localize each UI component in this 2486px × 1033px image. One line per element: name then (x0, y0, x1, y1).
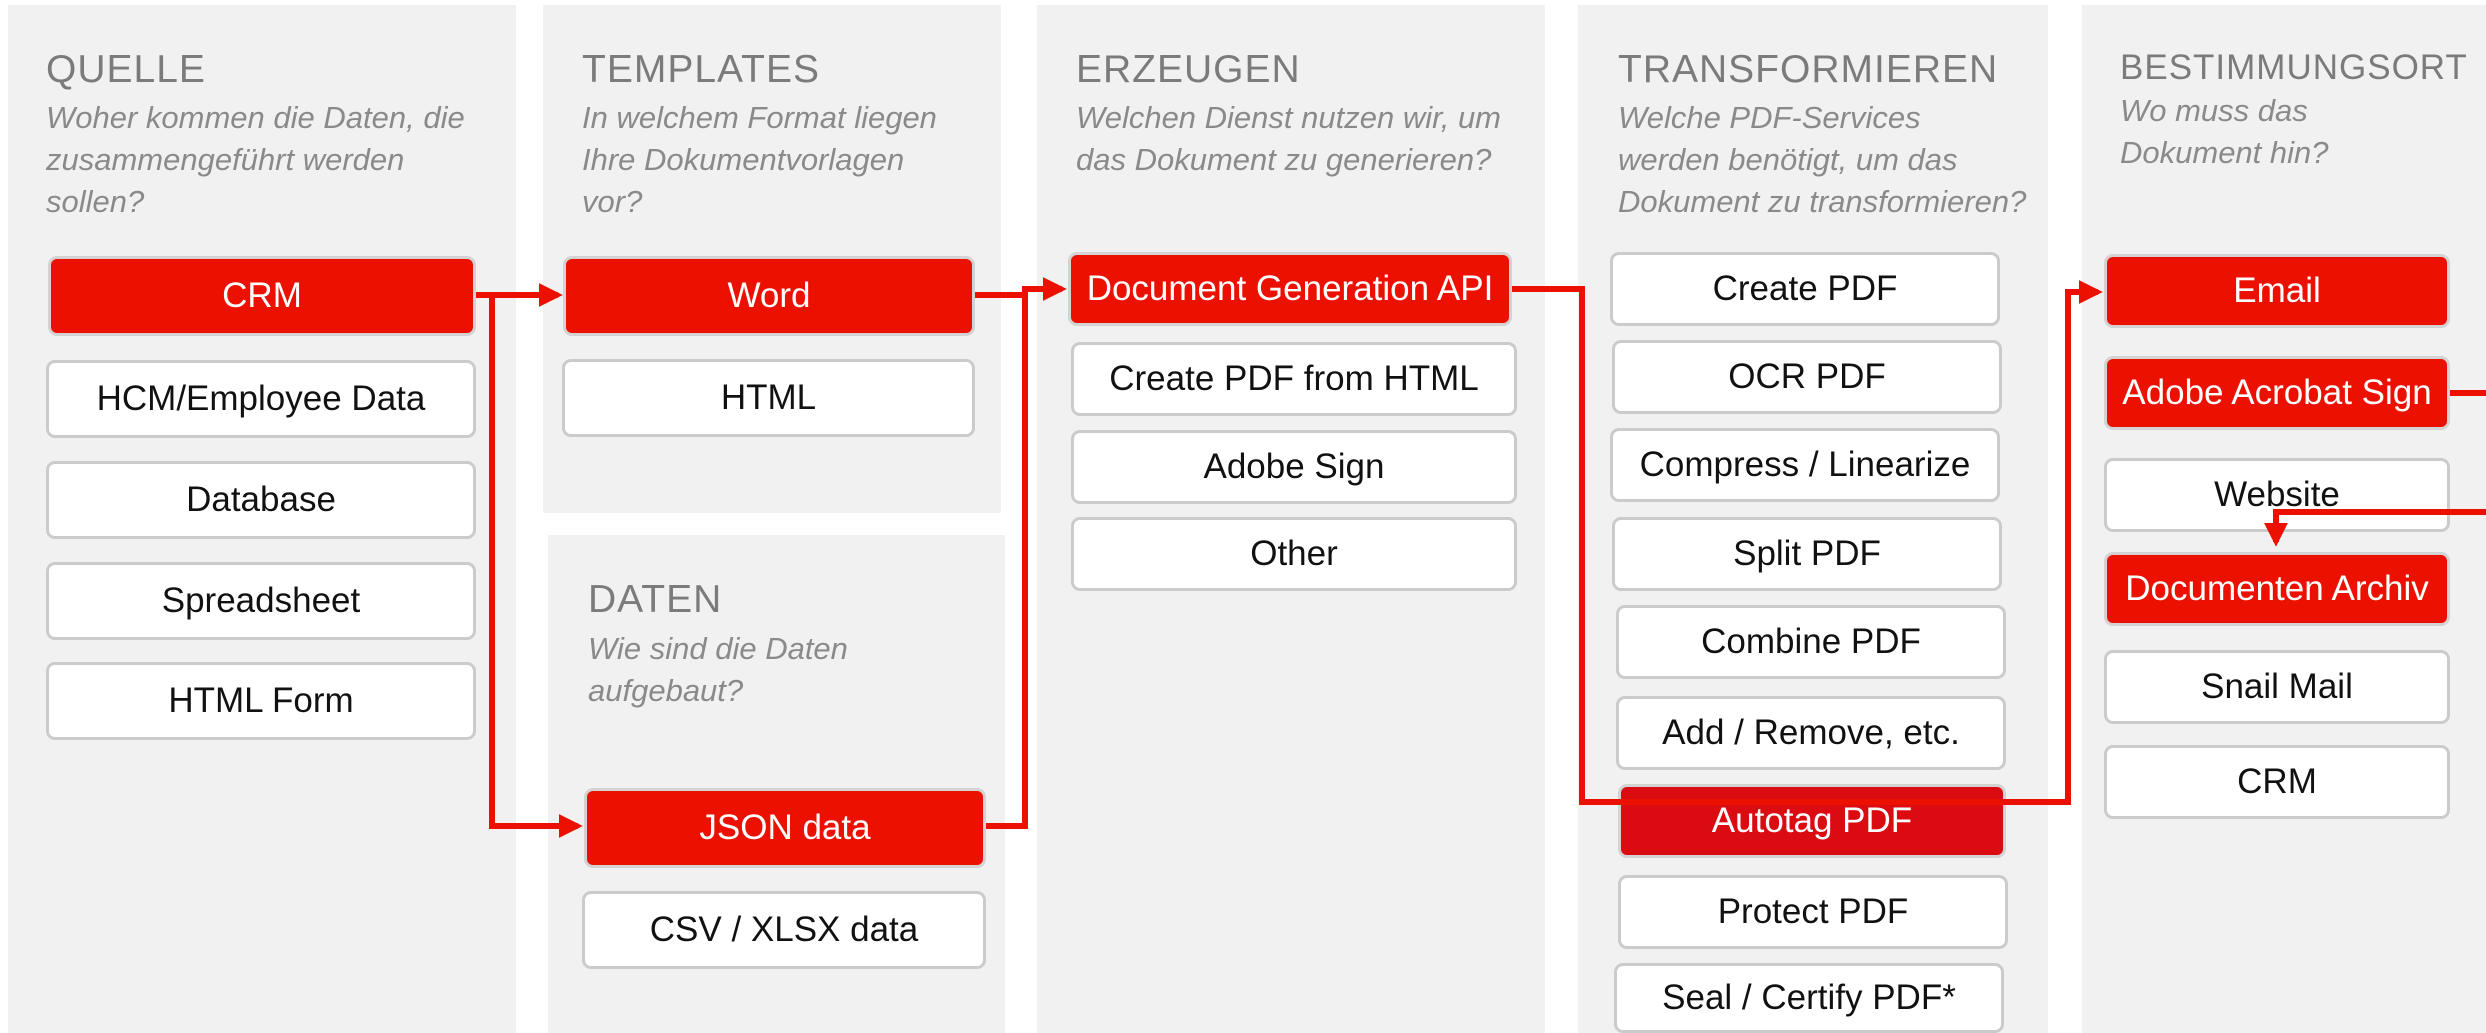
transform-add-remove[interactable]: Add / Remove, etc. (1616, 696, 2006, 770)
transform-autotag-pdf[interactable]: Autotag PDF (1618, 784, 2006, 858)
destination-adobe-acrobat-sign[interactable]: Adobe Acrobat Sign (2104, 356, 2450, 430)
templates-title: TEMPLATES (582, 48, 820, 91)
source-html-form[interactable]: HTML Form (46, 662, 476, 740)
transform-split-pdf[interactable]: Split PDF (1612, 517, 2002, 591)
erzeugen-subtitle: Welchen Dienst nutzen wir, um das Dokume… (1076, 100, 1502, 177)
transform-compress-linearize[interactable]: Compress / Linearize (1610, 428, 2000, 502)
data-json[interactable]: JSON data (584, 788, 986, 868)
destination-snail-mail[interactable]: Snail Mail (2104, 650, 2450, 724)
daten-subtitle: Wie sind die Daten aufgebaut? (588, 631, 848, 708)
generate-create-pdf-from-html[interactable]: Create PDF from HTML (1071, 342, 1517, 416)
quelle-subtitle: Woher kommen die Daten, die zusammengefü… (46, 100, 465, 219)
source-crm[interactable]: CRM (48, 256, 476, 336)
bestimmungsort-subtitle: Wo muss das Dokument hin? (2120, 93, 2329, 170)
source-spreadsheet[interactable]: Spreadsheet (46, 562, 476, 640)
transformieren-subtitle: Welche PDF-Services werden benötigt, um … (1618, 100, 2027, 219)
generate-other[interactable]: Other (1071, 517, 1517, 591)
bestimmungsort-title: BESTIMMUNGSORT (2120, 48, 2468, 87)
template-html[interactable]: HTML (562, 359, 975, 437)
generate-adobe-sign[interactable]: Adobe Sign (1071, 430, 1517, 504)
generate-document-generation-api[interactable]: Document Generation API (1068, 252, 1512, 326)
templates-subtitle: In welchem Format liegen Ihre Dokumentvo… (582, 100, 937, 219)
source-hcm-employee-data[interactable]: HCM/Employee Data (46, 360, 476, 438)
transform-protect-pdf[interactable]: Protect PDF (1618, 875, 2008, 949)
transform-ocr-pdf[interactable]: OCR PDF (1612, 340, 2002, 414)
data-csv-xlsx[interactable]: CSV / XLSX data (582, 891, 986, 969)
erzeugen-title: ERZEUGEN (1076, 48, 1301, 91)
destination-documenten-archiv[interactable]: Documenten Archiv (2104, 552, 2450, 626)
daten-title: DATEN (588, 578, 723, 621)
quelle-title: QUELLE (46, 48, 206, 91)
transform-create-pdf[interactable]: Create PDF (1610, 252, 2000, 326)
transform-combine-pdf[interactable]: Combine PDF (1616, 605, 2006, 679)
template-word[interactable]: Word (563, 256, 975, 336)
transform-seal-certify-pdf[interactable]: Seal / Certify PDF* (1614, 963, 2004, 1033)
source-database[interactable]: Database (46, 461, 476, 539)
destination-crm[interactable]: CRM (2104, 745, 2450, 819)
transformieren-title: TRANSFORMIEREN (1618, 48, 1999, 91)
destination-website[interactable]: Website (2104, 458, 2450, 532)
destination-email[interactable]: Email (2104, 254, 2450, 328)
